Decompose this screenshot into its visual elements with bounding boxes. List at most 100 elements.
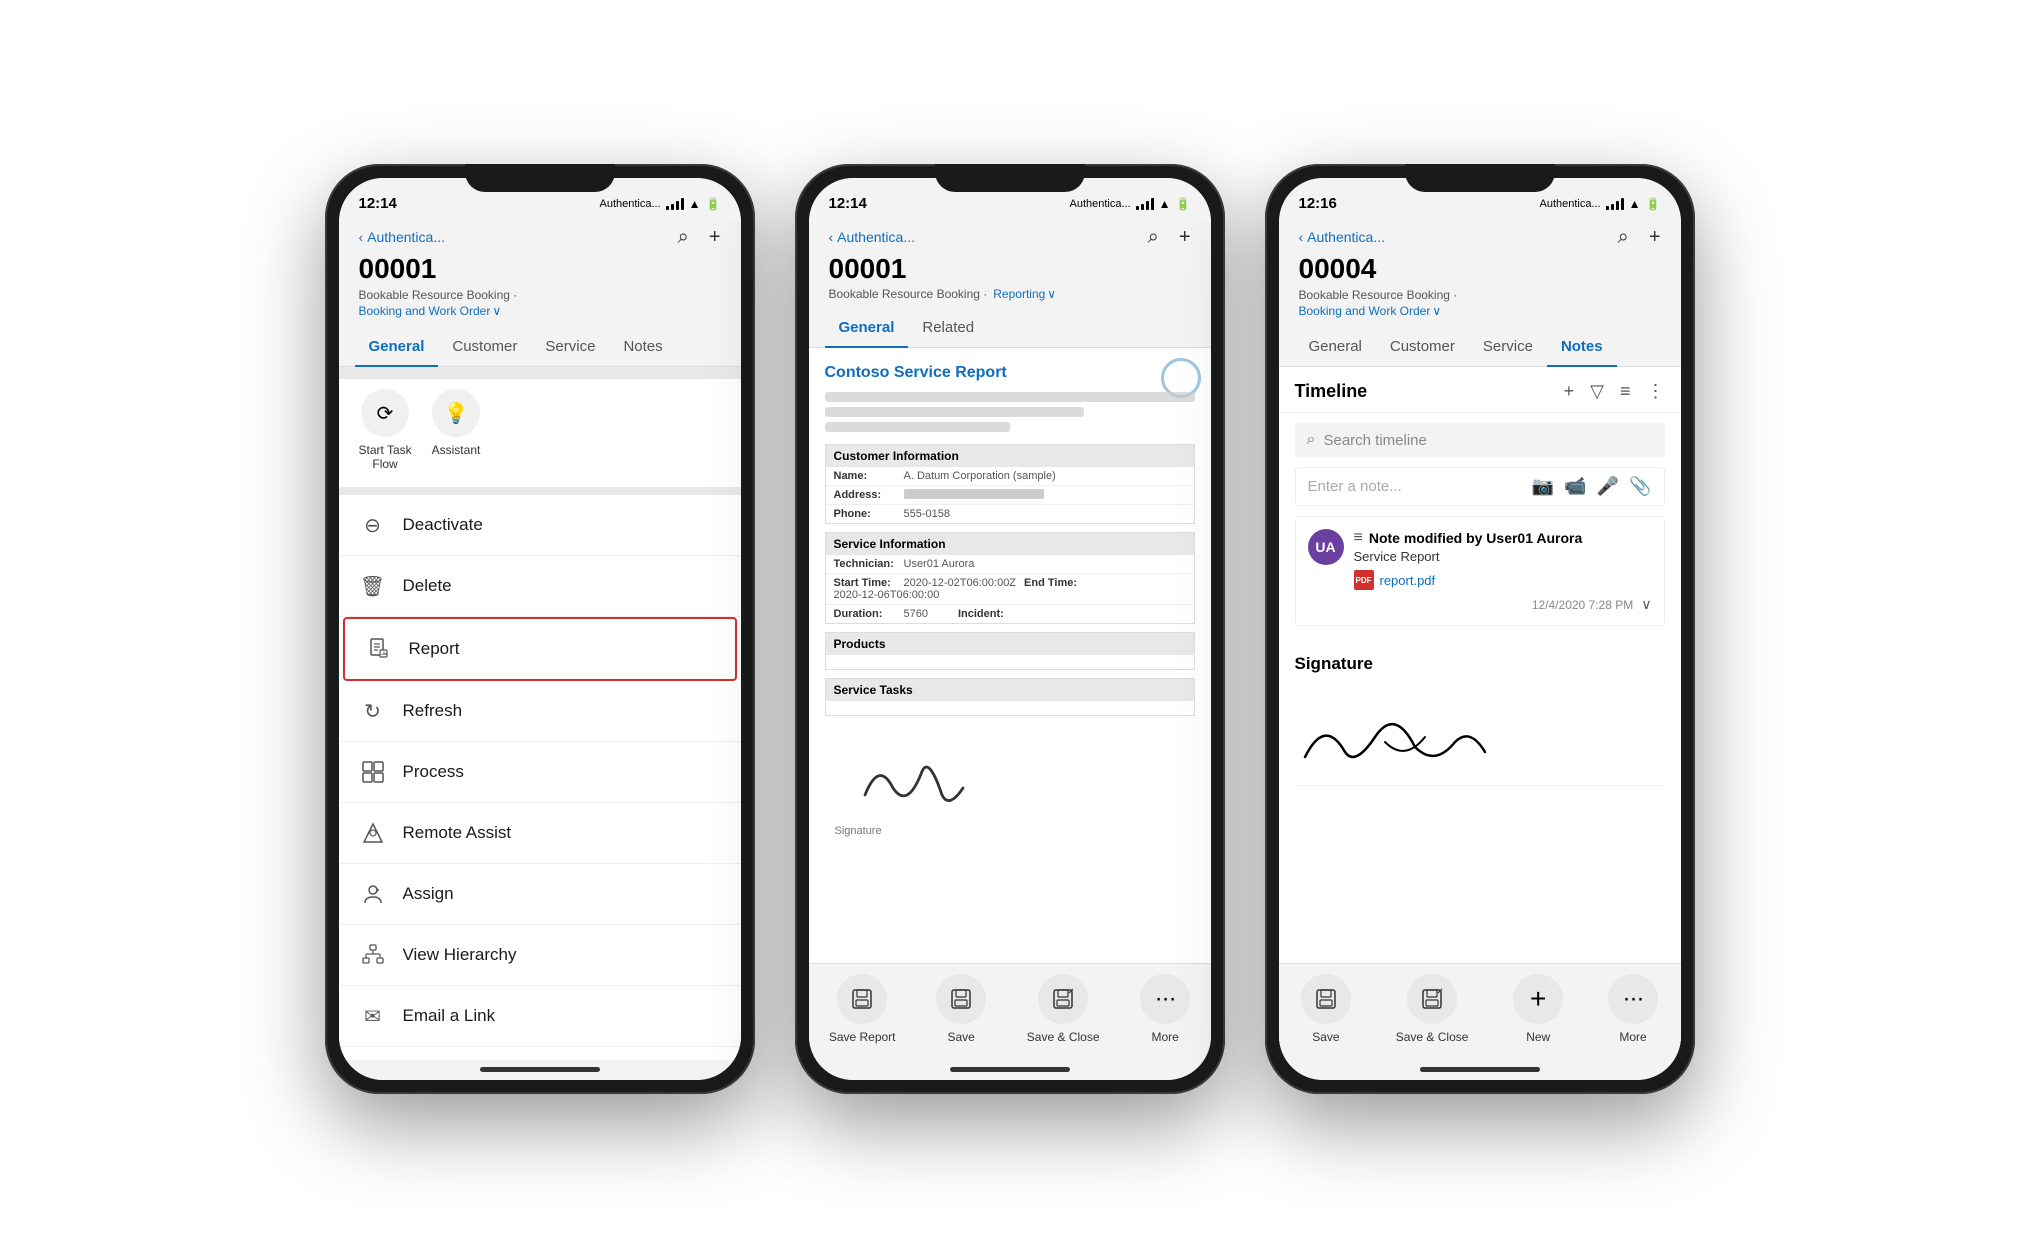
- note-title: Note modified by User01 Aurora: [1369, 530, 1582, 546]
- back-button-1[interactable]: ‹ Authentica...: [359, 229, 446, 245]
- header-actions-3: ⌕ +: [1618, 226, 1661, 249]
- menu-item-delete[interactable]: 🗑 Delete: [339, 556, 741, 617]
- menu-item-report[interactable]: Report: [343, 617, 737, 681]
- timeline-header: Timeline + ▽ ≡ ⋮: [1279, 367, 1681, 413]
- timeline-sort-icon[interactable]: ≡: [1620, 381, 1631, 402]
- signature-area-3: [1295, 686, 1665, 786]
- note-input-area[interactable]: Enter a note... 📷 📹 🎤 📎: [1295, 467, 1665, 506]
- attachment-link[interactable]: report.pdf: [1380, 573, 1436, 588]
- remote-assist-label: Remote Assist: [403, 823, 512, 843]
- save-close-button-3[interactable]: Save & Close: [1396, 974, 1469, 1044]
- breadcrumb-dropdown-1[interactable]: Booking and Work Order ∨: [359, 303, 721, 320]
- assistant-btn[interactable]: 💡 Assistant: [432, 389, 481, 471]
- timeline-more-icon[interactable]: ⋮: [1647, 381, 1665, 402]
- video-icon[interactable]: 📹: [1564, 476, 1586, 497]
- tab-general-3[interactable]: General: [1295, 328, 1376, 367]
- service-tasks-section: Service Tasks: [825, 678, 1195, 716]
- more-button-2[interactable]: ··· More: [1140, 974, 1190, 1044]
- timeline-filter-icon[interactable]: ▽: [1590, 381, 1604, 402]
- note-timestamp: 12/4/2020 7:28 PM: [1532, 598, 1633, 612]
- search-icon-3[interactable]: ⌕: [1618, 226, 1629, 249]
- save-icon-3: [1301, 974, 1351, 1024]
- save-button-2[interactable]: Save: [936, 974, 986, 1044]
- avatar: UA: [1308, 529, 1344, 565]
- add-icon-1[interactable]: +: [709, 226, 721, 249]
- name-value: A. Datum Corporation (sample): [904, 470, 1056, 482]
- task-flow-icon: ⟳: [361, 389, 409, 437]
- attach-icon[interactable]: 📎: [1629, 476, 1651, 497]
- tab-service-3[interactable]: Service: [1469, 328, 1547, 367]
- menu-item-view-hierarchy[interactable]: View Hierarchy: [339, 925, 741, 986]
- email-link-label: Email a Link: [403, 1006, 496, 1026]
- start-task-flow-btn[interactable]: ⟳ Start TaskFlow: [359, 389, 412, 471]
- tabs-bar-3: General Customer Service Notes: [1279, 328, 1681, 367]
- tab-service-1[interactable]: Service: [531, 328, 609, 367]
- save-close-button-2[interactable]: Save & Close: [1027, 974, 1100, 1044]
- phone-3: 12:16 Authentica... ▲ 🔋: [1265, 164, 1695, 1094]
- back-row-1: ‹ Authentica... ⌕ +: [359, 226, 721, 249]
- customer-info-header: Customer Information: [826, 445, 1194, 467]
- search-icon-1[interactable]: ⌕: [678, 226, 689, 249]
- reporting-dropdown[interactable]: Reporting ∨: [993, 287, 1056, 301]
- service-tasks-header: Service Tasks: [826, 679, 1194, 701]
- note-subtitle: Service Report: [1354, 549, 1652, 564]
- camera-icon[interactable]: 📷: [1532, 476, 1554, 497]
- record-subtitle-1: Bookable Resource Booking · Booking and …: [359, 287, 721, 321]
- carrier-1: Authentica...: [600, 198, 661, 210]
- home-indicator-1: [339, 1060, 741, 1080]
- breadcrumb-2: Bookable Resource Booking · Reporting ∨: [829, 287, 1191, 301]
- start-time-value: 2020-12-02T06:00:00Z: [904, 577, 1017, 589]
- timeline-add-icon[interactable]: +: [1564, 381, 1575, 402]
- menu-item-flow[interactable]: ≫ Flow: [339, 1047, 741, 1059]
- note-expand-icon[interactable]: ∨: [1641, 596, 1651, 613]
- tab-customer-3[interactable]: Customer: [1376, 328, 1469, 367]
- save-close-icon-3: [1407, 974, 1457, 1024]
- signature-scribble-report: [835, 746, 1035, 816]
- tab-notes-3[interactable]: Notes: [1547, 328, 1617, 367]
- home-indicator-2: [809, 1060, 1211, 1080]
- tab-general-2[interactable]: General: [825, 309, 909, 348]
- menu-item-email-link[interactable]: ✉ Email a Link: [339, 986, 741, 1047]
- customer-info-section: Customer Information Name: A. Datum Corp…: [825, 444, 1195, 524]
- record-id-3: 00004: [1299, 253, 1661, 285]
- back-button-3[interactable]: ‹ Authentica...: [1299, 229, 1386, 245]
- email-link-icon: ✉: [359, 1002, 387, 1030]
- save-close-icon-2: [1038, 974, 1088, 1024]
- home-indicator-3: [1279, 1060, 1681, 1080]
- screen-2: 12:14 Authentica... ▲ 🔋: [809, 178, 1211, 1080]
- battery-icon-1: 🔋: [706, 197, 721, 211]
- address-value: [904, 489, 1044, 499]
- menu-item-deactivate[interactable]: ⊖ Deactivate: [339, 495, 741, 556]
- menu-item-refresh[interactable]: ↻ Refresh: [339, 681, 741, 742]
- search-icon-2[interactable]: ⌕: [1148, 226, 1159, 249]
- menu-item-process[interactable]: Process: [339, 742, 741, 803]
- new-button-3[interactable]: + New: [1513, 974, 1563, 1044]
- tab-customer-1[interactable]: Customer: [438, 328, 531, 367]
- add-icon-2[interactable]: +: [1179, 226, 1191, 249]
- new-icon-3: +: [1513, 974, 1563, 1024]
- assistant-label: Assistant: [432, 443, 481, 457]
- back-button-2[interactable]: ‹ Authentica...: [829, 229, 916, 245]
- timeline-search-bar[interactable]: ⌕ Search timeline: [1295, 423, 1665, 457]
- tab-related-2[interactable]: Related: [908, 309, 988, 348]
- menu-item-remote-assist[interactable]: Remote Assist: [339, 803, 741, 864]
- phone-1: 12:14 Authentica... ▲ 🔋: [325, 164, 755, 1094]
- save-report-button[interactable]: Save Report: [829, 974, 896, 1044]
- report-icon: [365, 635, 393, 663]
- status-icons-1: Authentica... ▲ 🔋: [600, 197, 721, 211]
- status-icons-3: Authentica... ▲ 🔋: [1540, 197, 1661, 211]
- subtitle2-3: Booking and Work Order: [1299, 303, 1431, 320]
- breadcrumb-dropdown-3[interactable]: Booking and Work Order ∨: [1299, 303, 1661, 320]
- address-label: Address:: [834, 489, 904, 501]
- subtitle2-1: Booking and Work Order: [359, 303, 491, 320]
- add-icon-3[interactable]: +: [1649, 226, 1661, 249]
- more-button-3[interactable]: ··· More: [1608, 974, 1658, 1044]
- menu-item-assign[interactable]: Assign: [339, 864, 741, 925]
- timeline-title: Timeline: [1295, 381, 1368, 402]
- notes-content: Timeline + ▽ ≡ ⋮ ⌕ Search timeline: [1279, 367, 1681, 802]
- mic-icon[interactable]: 🎤: [1597, 476, 1619, 497]
- tab-general-1[interactable]: General: [355, 328, 439, 367]
- tab-notes-1[interactable]: Notes: [609, 328, 676, 367]
- save-button-3[interactable]: Save: [1301, 974, 1351, 1044]
- report-row-phone: Phone: 555-0158: [826, 505, 1194, 523]
